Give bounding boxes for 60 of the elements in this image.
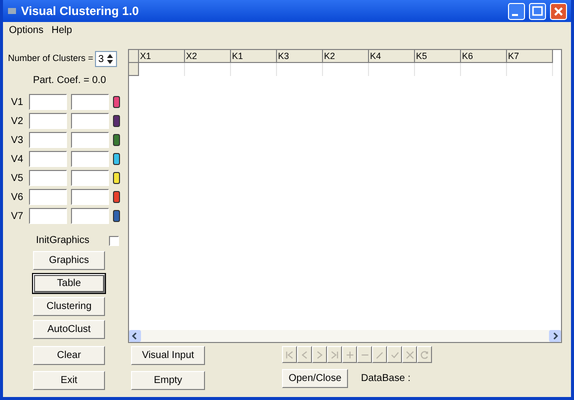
spin-arrows-icon [106,53,114,65]
column-header[interactable]: K7 [507,50,553,63]
variable-field[interactable] [29,94,67,110]
variable-field[interactable] [29,170,67,186]
variable-field[interactable] [29,151,67,167]
first-icon [284,350,294,360]
variable-label: V4 [11,152,24,166]
column-header[interactable]: K4 [369,50,415,63]
column-header[interactable]: K2 [323,50,369,63]
row-indicator[interactable] [129,63,139,76]
variable-field[interactable] [29,132,67,148]
variable-label: V5 [11,172,24,186]
side-button[interactable]: AutoClust [33,320,105,339]
variable-label: V3 [11,134,24,148]
column-header[interactable]: X1 [139,50,185,63]
maximize-icon[interactable] [529,2,546,20]
menu-item[interactable]: Help [51,22,72,38]
refresh-icon [420,350,430,360]
variable-field[interactable] [71,208,109,224]
horizontal-scrollbar[interactable] [129,330,561,342]
app-icon [7,6,17,16]
column-header[interactable]: K5 [415,50,461,63]
window-title: Visual Clustering 1.0 [21,3,140,20]
side-button[interactable]: Graphics [33,251,105,270]
scroll-right-icon[interactable] [549,330,561,342]
init-graphics-checkbox[interactable] [109,236,120,246]
variable-label: V1 [11,96,24,110]
variable-label: V2 [11,114,24,128]
action-button[interactable]: Empty [131,371,205,390]
column-header[interactable]: X2 [185,50,231,63]
variable-field[interactable] [29,113,67,129]
action-button[interactable]: Visual Input [131,346,205,365]
last-icon [330,350,340,360]
database-label: DataBase : [361,372,410,386]
close-icon[interactable] [550,2,567,20]
variable-label: V6 [11,190,24,204]
variable-field[interactable] [71,113,109,129]
action-button[interactable]: Exit [33,371,105,390]
side-button[interactable]: Table [33,274,105,293]
column-header[interactable]: K6 [461,50,507,63]
action-button[interactable]: Clear [33,346,105,365]
menu-item[interactable]: Options [9,22,44,38]
variable-label: V7 [11,210,24,224]
checkbox-label: InitGraphics [36,234,90,248]
variable-field[interactable] [71,170,109,186]
open-close-button[interactable]: Open/Close [282,369,348,388]
variable-field[interactable] [29,189,67,205]
clusters-spinner[interactable]: 3 [95,51,117,67]
part-coef-text: Part. Coef. = 0.0 [32,74,106,88]
variable-field[interactable] [71,151,109,167]
column-header[interactable]: K1 [231,50,277,63]
scroll-left-icon[interactable] [129,330,141,342]
column-header[interactable]: K3 [277,50,323,63]
side-button[interactable]: Clustering [33,297,105,316]
clusters-label: Number of Clusters = [8,52,94,66]
minimize-icon[interactable] [508,2,525,20]
variable-field[interactable] [71,132,109,148]
variable-field[interactable] [71,189,109,205]
variable-field[interactable] [29,208,67,224]
variable-field[interactable] [71,94,109,110]
